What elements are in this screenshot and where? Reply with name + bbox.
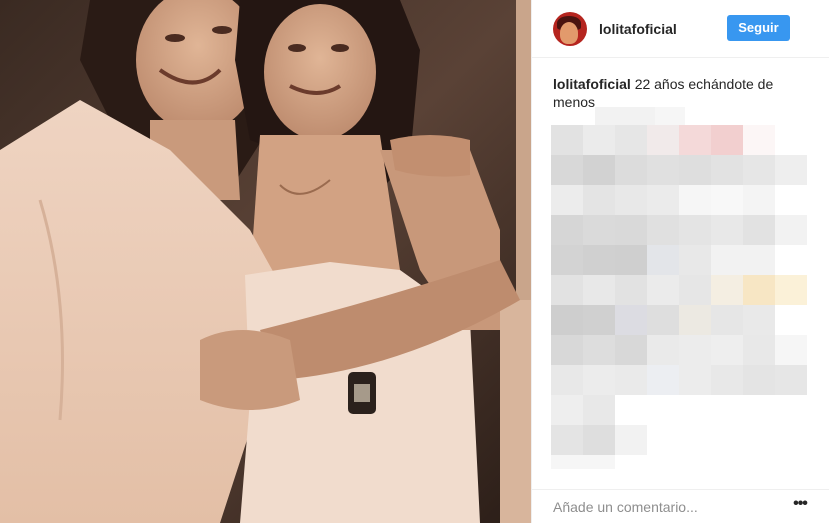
avatar-face	[560, 22, 578, 44]
username-link[interactable]: lolitafoficial	[599, 21, 677, 37]
instagram-post: lolitafoficial Seguir lolitafoficial 22 …	[0, 0, 829, 523]
comment-bar: Añade un comentario... •••	[532, 489, 829, 523]
blurred-comments	[551, 107, 807, 469]
sepia-photo-image	[0, 0, 531, 523]
comment-input[interactable]: Añade un comentario...	[553, 499, 698, 515]
ellipsis-icon[interactable]: •••	[790, 494, 810, 514]
post-header: lolitafoficial Seguir	[532, 0, 829, 58]
caption-username[interactable]: lolitafoficial	[553, 76, 631, 92]
follow-button[interactable]: Seguir	[727, 15, 790, 41]
post-photo[interactable]	[0, 0, 531, 523]
avatar[interactable]	[553, 12, 587, 46]
post-side-panel: lolitafoficial Seguir lolitafoficial 22 …	[531, 0, 829, 523]
